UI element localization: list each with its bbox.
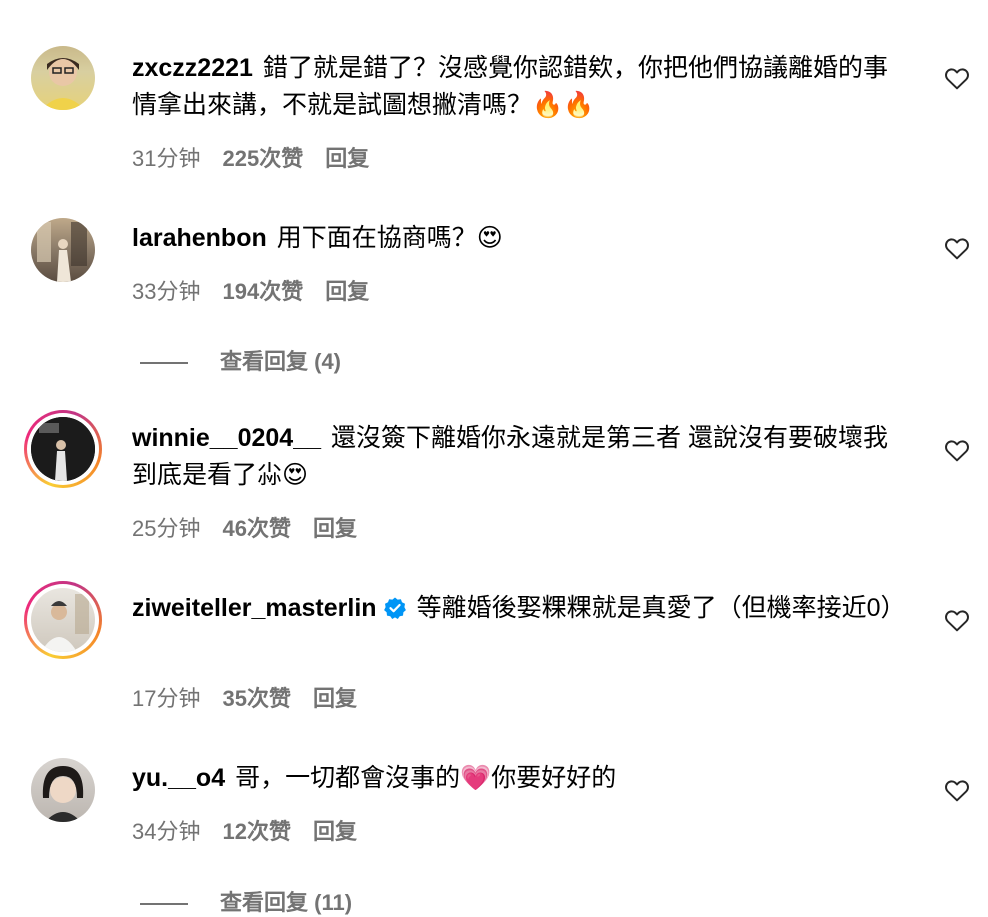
comment-meta: 31分钟 225次赞 回复 (132, 141, 391, 173)
comment-username[interactable]: larahenbon (132, 224, 267, 252)
avatar[interactable] (31, 218, 95, 282)
avatar[interactable] (31, 46, 95, 110)
comment-meta: 17分钟 35次赞 回复 (132, 681, 379, 713)
reply-button[interactable]: 回复 (325, 279, 369, 304)
comment-text-block: winnie__0204__ 還沒簽下離婚你永遠就是第三者 還說沒有要破壞我到底是… (132, 420, 912, 494)
view-replies-button[interactable]: 查看回复 (4) (140, 344, 341, 376)
comment-likes[interactable]: 46次赞 (222, 516, 290, 541)
comment-time[interactable]: 33分钟 (132, 279, 200, 304)
comment-text-block: ziweiteller_masterlin 等離婚後娶粿粿就是真愛了（但機率接近0… (132, 590, 912, 627)
comment-username[interactable]: yu.__o4 (132, 764, 225, 792)
avatar[interactable] (24, 410, 102, 488)
reply-button[interactable]: 回复 (313, 516, 357, 541)
comment-likes[interactable]: 194次赞 (222, 279, 303, 304)
view-replies-label[interactable]: 查看回复 (11) (220, 890, 352, 915)
comment-text-block: yu.__o4 哥，一切都會沒事的💗你要好好的 (132, 760, 912, 797)
comment-username[interactable]: ziweiteller_masterlin (132, 594, 377, 622)
comment-likes[interactable]: 12次赞 (222, 819, 290, 844)
like-heart-icon[interactable] (944, 438, 970, 462)
comment-meta: 33分钟 194次赞 回复 (132, 274, 391, 306)
replies-divider (140, 903, 188, 906)
like-heart-icon[interactable] (944, 236, 970, 260)
avatar[interactable] (31, 758, 95, 822)
replies-divider (140, 362, 188, 365)
view-replies-label[interactable]: 查看回复 (4) (220, 349, 341, 374)
comment-time[interactable]: 17分钟 (132, 686, 200, 711)
comment-meta: 34分钟 12次赞 回复 (132, 814, 379, 846)
like-heart-icon[interactable] (944, 778, 970, 802)
comment-text-block: zxczz2221 錯了就是錯了？沒感覺你認錯欸，你把他們協議離婚的事情拿出來講，… (132, 50, 912, 124)
comment-time[interactable]: 34分钟 (132, 819, 200, 844)
comment-text-block: larahenbon 用下面在協商嗎？😍 (132, 220, 912, 257)
comment-time[interactable]: 31分钟 (132, 146, 200, 171)
reply-button[interactable]: 回复 (313, 819, 357, 844)
reply-button[interactable]: 回复 (325, 146, 369, 171)
reply-button[interactable]: 回复 (313, 686, 357, 711)
comment-time[interactable]: 25分钟 (132, 516, 200, 541)
comment-meta: 25分钟 46次赞 回复 (132, 511, 379, 543)
verified-badge-icon (383, 597, 406, 619)
comment-text: 等離婚後娶粿粿就是真愛了（但機率接近0） (416, 594, 906, 622)
like-heart-icon[interactable] (944, 66, 970, 90)
comment-username[interactable]: winnie__0204__ (132, 424, 321, 452)
comment-text: 用下面在協商嗎？😍 (276, 224, 503, 252)
like-heart-icon[interactable] (944, 608, 970, 632)
avatar[interactable] (24, 581, 102, 659)
comment-likes[interactable]: 225次赞 (222, 146, 303, 171)
comment-likes[interactable]: 35次赞 (222, 686, 290, 711)
comment-text: 哥，一切都會沒事的💗你要好好的 (235, 764, 617, 792)
view-replies-button[interactable]: 查看回复 (11) (140, 885, 352, 917)
comment-username[interactable]: zxczz2221 (132, 54, 253, 82)
